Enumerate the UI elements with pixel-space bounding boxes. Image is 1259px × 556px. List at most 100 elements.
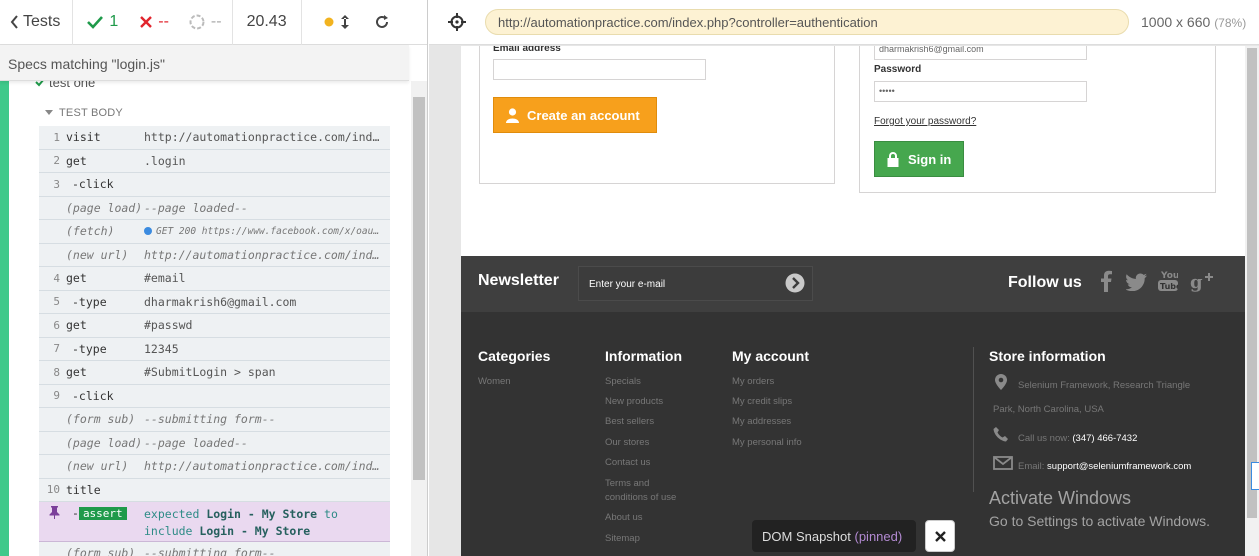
store-address-line2: Park, North Carolina, USA xyxy=(993,404,1104,415)
footer-link-sitemap[interactable]: Sitemap xyxy=(605,533,640,544)
command-name: get xyxy=(66,271,87,286)
footer-link-addresses[interactable]: My addresses xyxy=(732,416,791,427)
footer-link-women[interactable]: Women xyxy=(478,376,511,387)
footer-link-terms-line2[interactable]: conditions of use xyxy=(605,492,676,503)
newsletter-title: Newsletter xyxy=(478,272,559,289)
footer-link-terms[interactable]: Terms and xyxy=(605,478,649,489)
forgot-password-link[interactable]: Forgot your password? xyxy=(874,116,976,127)
newsletter-submit-button[interactable] xyxy=(785,273,805,293)
command-log-scroll-thumb[interactable] xyxy=(413,97,425,480)
command-row[interactable]: 8 get #SubmitLogin > span xyxy=(39,361,390,385)
phone-icon xyxy=(993,426,1009,442)
footer-link-our-stores[interactable]: Our stores xyxy=(605,437,649,448)
assert-row[interactable]: - assert expected Login - My Store to incl… xyxy=(39,502,390,542)
footer-link-about-us[interactable]: About us xyxy=(605,512,643,523)
information-title: Information xyxy=(605,348,682,364)
event-row[interactable]: (page load) --page loaded-- xyxy=(39,431,390,455)
footer-divider xyxy=(973,347,974,492)
status-indicator[interactable] xyxy=(302,0,364,45)
caret-down-icon xyxy=(45,110,53,116)
command-number: 4 xyxy=(53,271,60,285)
email-label-footer: Email: xyxy=(1018,461,1045,472)
google-plus-icon[interactable]: g xyxy=(1190,271,1214,298)
event-row[interactable]: (form sub) --submitting form-- xyxy=(39,408,390,432)
footer-link-new-products[interactable]: New products xyxy=(605,396,663,407)
command-name: (form sub) xyxy=(66,546,136,556)
failed-value: -- xyxy=(158,13,169,30)
create-account-button[interactable]: Create an account xyxy=(493,97,657,133)
snapshot-label: DOM Snapshot xyxy=(762,529,851,544)
password-label: Password xyxy=(874,64,922,75)
runner-header: Tests 1 -- -- 20.43 xyxy=(0,0,427,45)
url-field[interactable]: http://automationpractice.com/index.php?… xyxy=(485,9,1129,35)
assert-expected: expected xyxy=(144,507,200,521)
command-message: --page loaded-- xyxy=(144,435,248,450)
command-row[interactable]: 2 get .login xyxy=(39,149,390,173)
event-row[interactable]: (new url) http://automationpractice.com/i… xyxy=(39,455,390,479)
chevron-left-icon xyxy=(10,15,19,29)
facebook-icon[interactable] xyxy=(1100,270,1112,297)
store-address-line1: Selenium Framework, Research Triangle xyxy=(1018,380,1191,391)
newsletter-input[interactable]: Enter your e-mail xyxy=(578,266,813,301)
footer-link-personal-info[interactable]: My personal info xyxy=(732,437,802,448)
envelope-icon xyxy=(993,456,1013,470)
password-input[interactable]: ••••• xyxy=(874,81,1087,102)
footer-link-contact-us[interactable]: Contact us xyxy=(605,457,650,468)
command-message: --submitting form-- xyxy=(144,412,276,427)
tests-button[interactable]: Tests xyxy=(0,0,74,45)
assert-label: - assert xyxy=(66,506,144,520)
login-email-input[interactable]: dharmakrish6@gmail.com xyxy=(874,46,1087,60)
footer-link-best-sellers[interactable]: Best sellers xyxy=(605,416,654,427)
command-name: -type xyxy=(72,341,107,356)
reload-button[interactable] xyxy=(364,0,406,45)
command-row[interactable]: 5 -type dharmakrish6@gmail.com xyxy=(39,290,390,314)
footer-link-specials[interactable]: Specials xyxy=(605,376,641,387)
command-row[interactable]: 6 get #passwd xyxy=(39,314,390,338)
command-message: GET 200 https://www.facebook.com/x/oauth… xyxy=(144,226,390,237)
event-row[interactable]: (page load) --page loaded-- xyxy=(39,196,390,220)
command-message: 12345 xyxy=(144,341,179,356)
newsletter-bar: Newsletter Enter your e-mail Follow us Y… xyxy=(461,256,1245,312)
command-name: get xyxy=(66,153,87,168)
aut-scroll-thumb[interactable] xyxy=(1247,48,1257,518)
my-account-title: My account xyxy=(732,348,810,364)
viewport-size[interactable]: 1000 x 660 (78%) xyxy=(1141,14,1246,30)
unpin-snapshot-button[interactable] xyxy=(925,520,955,552)
command-row[interactable]: 7 -type 12345 xyxy=(39,337,390,361)
viewport-zoom: (78%) xyxy=(1214,16,1247,30)
create-email-input[interactable] xyxy=(493,59,706,80)
command-message: http://automationpractice.com/index.php xyxy=(144,130,390,145)
command-row[interactable]: 1 visit http://automationpractice.com/inde… xyxy=(39,126,390,150)
phone-number: (347) 466-7432 xyxy=(1072,433,1138,444)
footer-link-my-orders[interactable]: My orders xyxy=(732,376,774,387)
event-row[interactable]: (new url) http://automationpractice.com/i… xyxy=(39,243,390,267)
svg-text:You: You xyxy=(1160,271,1178,281)
assert-message: expected Login - My Store to include Logi… xyxy=(144,506,390,540)
command-row[interactable]: 4 get #email xyxy=(39,267,390,291)
scroll-arrows-icon xyxy=(340,14,350,30)
event-row[interactable]: (form sub) --submitting form-- xyxy=(39,542,390,556)
store-email-link[interactable]: support@seleniumframework.com xyxy=(1047,461,1191,472)
command-row[interactable]: 3 -click xyxy=(39,173,390,197)
command-row[interactable]: 9 -click xyxy=(39,384,390,408)
specs-filter: Specs matching "login.js" xyxy=(0,45,409,81)
command-number: 5 xyxy=(53,295,60,309)
dom-snapshot-indicator: DOM Snapshot (pinned) xyxy=(752,520,916,552)
command-row[interactable]: 10 title xyxy=(39,478,390,502)
sign-in-button[interactable]: Sign in xyxy=(874,141,964,177)
twitter-icon[interactable] xyxy=(1125,273,1148,296)
assert-dash: - xyxy=(72,506,79,520)
failed-count: -- xyxy=(132,0,183,45)
app-preview-panel: http://automationpractice.com/index.php?… xyxy=(429,0,1259,556)
test-body-label: TEST BODY xyxy=(59,107,123,119)
duration: 20.43 xyxy=(233,0,302,45)
selector-playground-button[interactable] xyxy=(429,0,485,45)
event-row[interactable]: (fetch) GET 200 https://www.facebook.com/… xyxy=(39,220,390,244)
test-body-header[interactable]: TEST BODY xyxy=(45,107,123,119)
email-label: Email address xyxy=(493,46,561,54)
footer-link-credit-slips[interactable]: My credit slips xyxy=(732,396,792,407)
youtube-icon[interactable]: YouTube xyxy=(1158,268,1182,297)
command-name: visit xyxy=(66,130,101,145)
side-tab-edge[interactable] xyxy=(1251,462,1259,490)
arrow-right-circle-icon xyxy=(785,273,805,293)
